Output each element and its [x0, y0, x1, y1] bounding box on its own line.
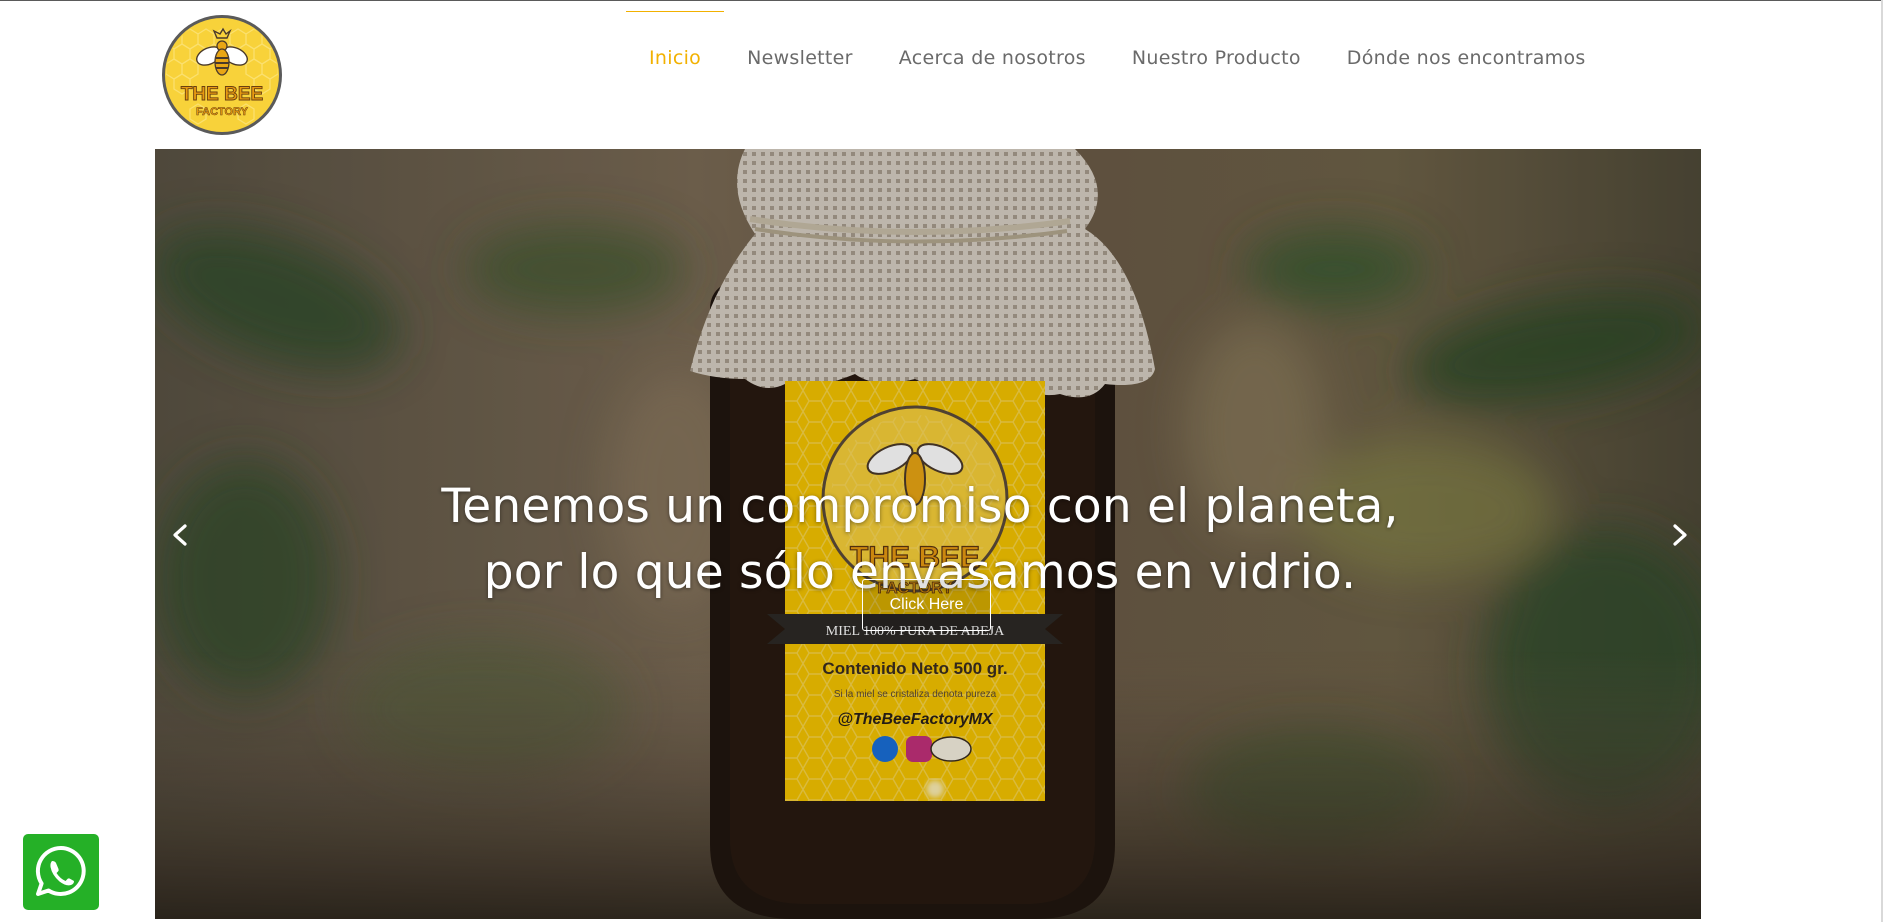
nav-item-newsletter[interactable]: Newsletter [724, 11, 876, 91]
nav-item-acerca[interactable]: Acerca de nosotros [876, 11, 1109, 91]
whatsapp-icon [35, 845, 86, 896]
chevron-left-icon [173, 524, 187, 546]
logo-text-line2: FACTORY [196, 106, 249, 118]
site-header: THE BEE FACTORY Inicio Newsletter Acerca… [0, 1, 1883, 148]
click-here-button[interactable]: Click Here [862, 579, 991, 631]
nav-item-inicio[interactable]: Inicio [626, 11, 725, 91]
nav-item-ubicacion[interactable]: Dónde nos encontramos [1324, 11, 1609, 91]
chevron-right-icon [1673, 524, 1687, 546]
logo-text-line1: THE BEE [181, 84, 263, 105]
whatsapp-button[interactable] [23, 834, 99, 910]
main-nav: Inicio Newsletter Acerca de nosotros Nue… [626, 11, 1609, 91]
slider-next-button[interactable] [1659, 511, 1699, 559]
slider-prev-button[interactable] [161, 511, 201, 559]
page: THE BEE FACTORY Inicio Newsletter Acerca… [0, 0, 1883, 922]
hero-slider: THE BEE FACTORY MIEL 100% PURA DE ABEJA … [155, 149, 1701, 919]
site-logo[interactable]: THE BEE FACTORY [161, 14, 283, 136]
nav-item-producto[interactable]: Nuestro Producto [1109, 11, 1324, 91]
